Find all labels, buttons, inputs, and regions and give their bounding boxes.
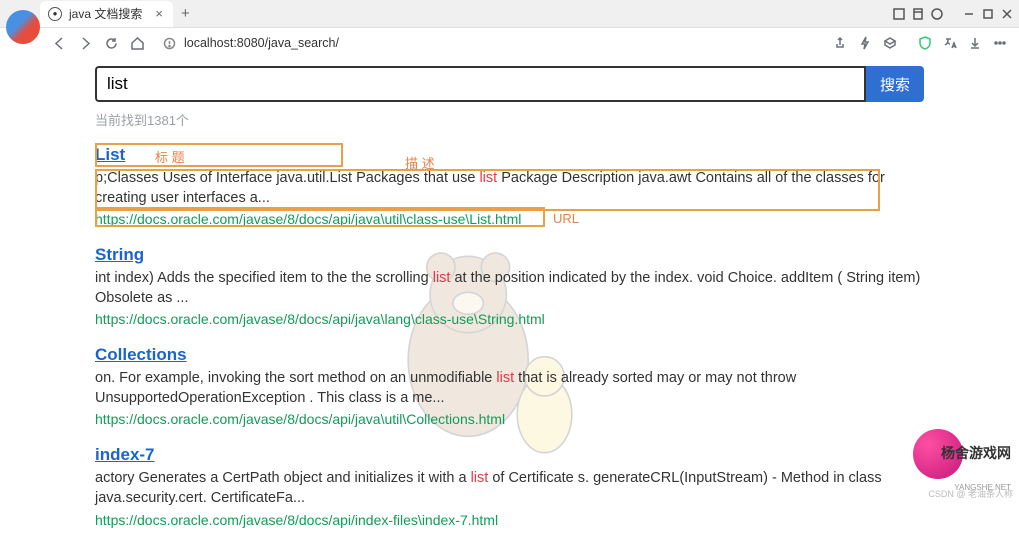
window-minimize-icon[interactable] xyxy=(961,6,977,22)
site-info-icon[interactable] xyxy=(160,34,178,52)
annotation-label-url: URL xyxy=(553,211,579,226)
result-description: p;Classes Uses of Interface java.util.Li… xyxy=(95,169,924,208)
new-tab-button[interactable]: + xyxy=(181,5,190,22)
tab-close-icon[interactable]: × xyxy=(155,6,163,21)
titlebar: ● java 文档搜索 × + xyxy=(0,0,1019,28)
result-url[interactable]: https://docs.oracle.com/javase/8/docs/ap… xyxy=(95,512,924,528)
search-result: index-7 actory Generates a CertPath objec… xyxy=(95,445,924,527)
search-result: Collections on. For example, invoking the… xyxy=(95,345,924,427)
annotation-box-title xyxy=(95,143,343,167)
translate-icon[interactable] xyxy=(941,34,959,52)
browser-tab[interactable]: ● java 文档搜索 × xyxy=(40,1,173,27)
result-description: on. For example, invoking the sort metho… xyxy=(95,369,924,408)
search-row: 搜索 xyxy=(95,66,924,102)
window-maximize-icon[interactable] xyxy=(980,6,996,22)
search-result: List p;Classes Uses of Interface java.uti… xyxy=(95,145,924,227)
window-close-icon[interactable] xyxy=(999,6,1015,22)
annotation-label-desc: 描 述 xyxy=(405,153,435,172)
nav-home-icon[interactable] xyxy=(128,34,146,52)
download-icon[interactable] xyxy=(966,34,984,52)
address-text: localhost:8080/java_search/ xyxy=(184,36,339,50)
tab-title: java 文档搜索 xyxy=(69,5,142,22)
annotation-label-title: 标 题 xyxy=(155,147,185,166)
nav-back-icon[interactable] xyxy=(50,34,68,52)
search-input[interactable] xyxy=(95,66,866,102)
browser-avatar xyxy=(6,10,40,44)
result-title-link[interactable]: Collections xyxy=(95,345,187,365)
share-icon[interactable] xyxy=(831,34,849,52)
result-title-link[interactable]: List xyxy=(95,145,125,165)
nav-reload-icon[interactable] xyxy=(102,34,120,52)
result-description: actory Generates a CertPath object and i… xyxy=(95,469,924,508)
shield-icon[interactable] xyxy=(916,34,934,52)
more-icon[interactable] xyxy=(991,34,1009,52)
browser-toolbar: localhost:8080/java_search/ xyxy=(0,28,1019,58)
lightning-icon[interactable] xyxy=(856,34,874,52)
tab-favicon: ● xyxy=(48,7,62,21)
search-result: String int index) Adds the specified item… xyxy=(95,245,924,327)
nav-forward-icon[interactable] xyxy=(76,34,94,52)
browser-ext1-icon[interactable] xyxy=(891,6,907,22)
address-bar[interactable]: localhost:8080/java_search/ xyxy=(154,34,823,52)
result-title-link[interactable]: String xyxy=(95,245,144,265)
csdn-watermark: CSDN @ 老油条人称 xyxy=(928,487,1013,500)
result-url[interactable]: https://docs.oracle.com/javase/8/docs/ap… xyxy=(95,211,924,227)
browser-ext2-icon[interactable] xyxy=(910,6,926,22)
result-count: 当前找到1381个 xyxy=(95,110,924,129)
search-button[interactable]: 搜索 xyxy=(866,66,924,102)
result-url[interactable]: https://docs.oracle.com/javase/8/docs/ap… xyxy=(95,311,924,327)
result-description: int index) Adds the specified item to th… xyxy=(95,269,924,308)
cube-icon[interactable] xyxy=(881,34,899,52)
browser-ext3-icon[interactable] xyxy=(929,6,945,22)
result-url[interactable]: https://docs.oracle.com/javase/8/docs/ap… xyxy=(95,411,924,427)
result-title-link[interactable]: index-7 xyxy=(95,445,155,465)
